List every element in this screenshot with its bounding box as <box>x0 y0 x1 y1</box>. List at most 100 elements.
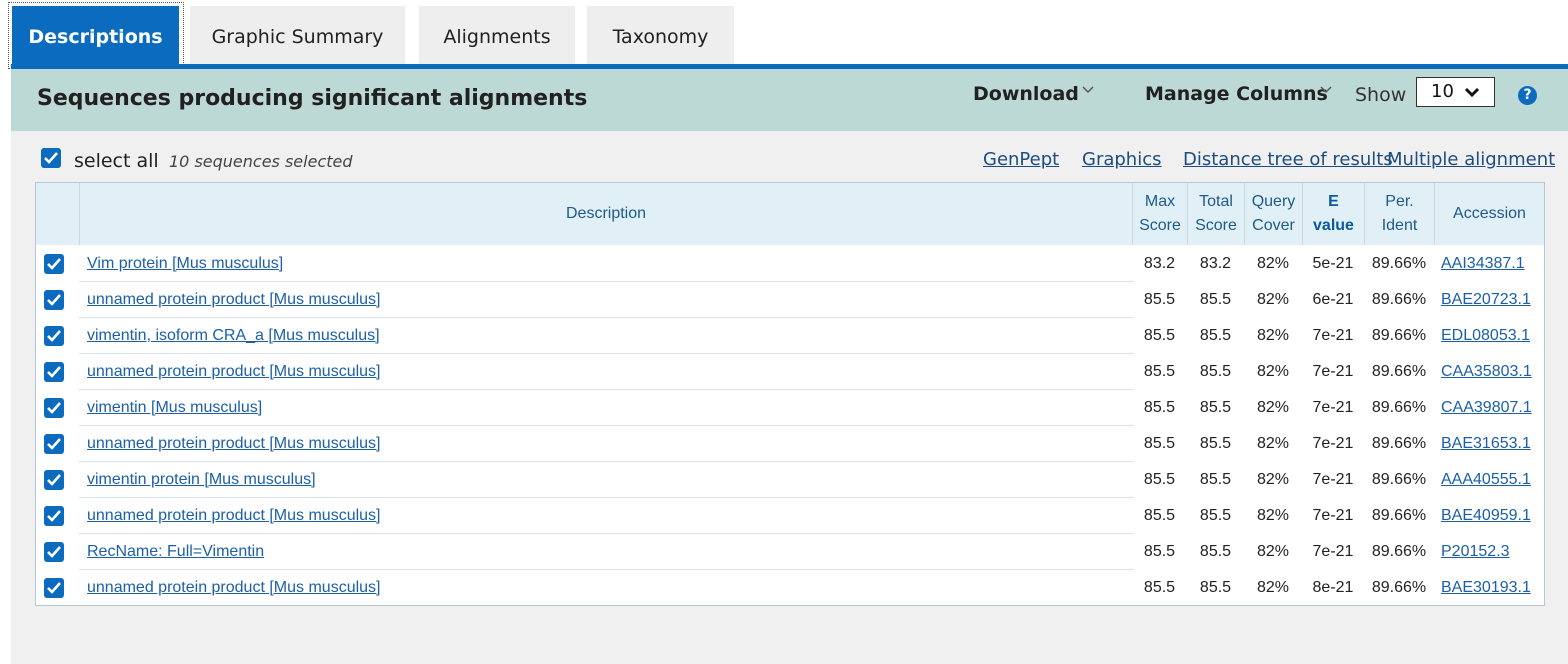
max-score-cell: 85.5 <box>1143 507 1176 524</box>
per-ident-cell: 89.66% <box>1371 579 1427 596</box>
e-value-cell: 7e-21 <box>1312 543 1354 560</box>
question-circle-icon[interactable]: ? <box>1518 86 1537 105</box>
total-score-cell: 85.5 <box>1199 435 1232 452</box>
tab-alignments[interactable]: Alignments <box>419 6 575 67</box>
description-cell: unnamed protein product [Mus musculus] <box>87 426 1127 462</box>
query-cover-cell: 82% <box>1256 435 1290 452</box>
multiple-alignment-link[interactable]: Multiple alignment <box>1387 149 1555 170</box>
col-description[interactable]: Description <box>79 183 1132 245</box>
max-score-cell: 85.5 <box>1143 435 1176 452</box>
row-checkbox[interactable] <box>44 326 64 346</box>
total-score-cell: 83.2 <box>1199 255 1232 272</box>
description-link[interactable]: unnamed protein product [Mus musculus] <box>87 363 380 381</box>
e-value-cell: 7e-21 <box>1312 507 1354 524</box>
accession-link[interactable]: BAE31653.1 <box>1441 435 1531 453</box>
col-total-score[interactable]: Total Score <box>1187 183 1244 245</box>
chevron-down-icon[interactable] <box>1320 81 1332 99</box>
row-checkbox[interactable] <box>44 290 64 310</box>
accession-link[interactable]: CAA35803.1 <box>1441 363 1532 381</box>
row-checkbox[interactable] <box>44 470 64 490</box>
col-max-score[interactable]: Max Score <box>1132 183 1187 245</box>
description-link[interactable]: unnamed protein product [Mus musculus] <box>87 507 380 525</box>
row-checkbox[interactable] <box>44 398 64 418</box>
select-all-label[interactable]: select all <box>74 150 159 172</box>
tab-graphic-summary[interactable]: Graphic Summary <box>190 6 405 67</box>
select-all-checkbox[interactable] <box>41 148 61 168</box>
description-link[interactable]: Vim protein [Mus musculus] <box>87 255 283 273</box>
total-score-cell: 85.5 <box>1199 291 1232 308</box>
graphics-link[interactable]: Graphics <box>1082 149 1162 170</box>
col-accession[interactable]: Accession <box>1434 183 1544 245</box>
per-ident-cell: 89.66% <box>1371 543 1427 560</box>
distance-tree-link[interactable]: Distance tree of results <box>1183 149 1393 170</box>
total-score-cell: 85.5 <box>1199 579 1232 596</box>
table-row: unnamed protein product [Mus musculus] 85… <box>36 426 1544 462</box>
e-value-cell: 6e-21 <box>1312 291 1354 308</box>
description-cell: vimentin protein [Mus musculus] <box>87 462 1127 498</box>
description-link[interactable]: vimentin [Mus musculus] <box>87 399 262 417</box>
results-table: Description Max Score Total Score Query Cov… <box>35 182 1545 606</box>
page-title: Sequences producing significant alignmen… <box>37 86 588 111</box>
description-link[interactable]: unnamed protein product [Mus musculus] <box>87 291 380 309</box>
query-cover-cell: 82% <box>1256 363 1290 380</box>
col-query-cover[interactable]: Query Cover <box>1244 183 1302 245</box>
query-cover-cell: 82% <box>1256 507 1290 524</box>
tab-descriptions[interactable]: Descriptions <box>12 6 179 67</box>
accession-link[interactable]: P20152.3 <box>1441 543 1510 561</box>
accession-cell: CAA39807.1 <box>1441 390 1544 426</box>
description-cell: unnamed protein product [Mus musculus] <box>87 570 1127 606</box>
manage-columns-button[interactable]: Manage Columns <box>1145 83 1328 105</box>
description-link[interactable]: unnamed protein product [Mus musculus] <box>87 435 380 453</box>
e-value-cell: 7e-21 <box>1312 399 1354 416</box>
accession-link[interactable]: BAE40959.1 <box>1441 507 1531 525</box>
query-cover-cell: 82% <box>1256 255 1290 272</box>
e-value-cell: 7e-21 <box>1312 435 1354 452</box>
genpept-link[interactable]: GenPept <box>983 149 1059 170</box>
row-checkbox[interactable] <box>44 434 64 454</box>
per-ident-cell: 89.66% <box>1371 471 1427 488</box>
query-cover-cell: 82% <box>1256 543 1290 560</box>
row-checkbox[interactable] <box>44 254 64 274</box>
table-row: unnamed protein product [Mus musculus] 85… <box>36 498 1544 534</box>
show-count-select[interactable]: 10 <box>1416 77 1495 107</box>
row-checkbox[interactable] <box>44 506 64 526</box>
accession-link[interactable]: BAE30193.1 <box>1441 579 1531 597</box>
col-e-value[interactable]: Evalue <box>1302 183 1364 245</box>
result-tabs: Descriptions Graphic Summary Alignments … <box>0 0 1568 69</box>
per-ident-cell: 89.66% <box>1371 399 1427 416</box>
description-link[interactable]: vimentin protein [Mus musculus] <box>87 471 316 489</box>
accession-link[interactable]: CAA39807.1 <box>1441 399 1532 417</box>
download-button[interactable]: Download <box>973 83 1079 105</box>
accession-cell: AAA40555.1 <box>1441 462 1544 498</box>
row-checkbox[interactable] <box>44 362 64 382</box>
table-row: vimentin [Mus musculus] 85.5 85.5 82% 7e-21 8… <box>36 390 1544 426</box>
col-per-ident[interactable]: Per. Ident <box>1364 183 1434 245</box>
description-link[interactable]: vimentin, isoform CRA_a [Mus musculus] <box>87 327 380 345</box>
accession-link[interactable]: BAE20723.1 <box>1441 291 1531 309</box>
per-ident-cell: 89.66% <box>1371 435 1427 452</box>
selected-count: 10 sequences selected <box>169 152 353 171</box>
total-score-cell: 85.5 <box>1199 543 1232 560</box>
row-checkbox[interactable] <box>44 578 64 598</box>
row-checkbox[interactable] <box>44 542 64 562</box>
max-score-cell: 85.5 <box>1143 399 1176 416</box>
accession-link[interactable]: EDL08053.1 <box>1441 327 1530 345</box>
description-cell: vimentin, isoform CRA_a [Mus musculus] <box>87 318 1127 354</box>
per-ident-cell: 89.66% <box>1371 327 1427 344</box>
total-score-cell: 85.5 <box>1199 471 1232 488</box>
description-cell: unnamed protein product [Mus musculus] <box>87 354 1127 390</box>
description-cell: unnamed protein product [Mus musculus] <box>87 498 1127 534</box>
chevron-down-icon[interactable] <box>1082 81 1094 99</box>
accession-link[interactable]: AAA40555.1 <box>1441 471 1531 489</box>
accession-link[interactable]: AAI34387.1 <box>1441 255 1525 273</box>
query-cover-cell: 82% <box>1256 579 1290 596</box>
total-score-cell: 85.5 <box>1199 399 1232 416</box>
accession-cell: CAA35803.1 <box>1441 354 1544 390</box>
description-cell: Vim protein [Mus musculus] <box>87 246 1127 282</box>
description-link[interactable]: RecName: Full=Vimentin <box>87 543 264 561</box>
tab-taxonomy[interactable]: Taxonomy <box>587 6 734 67</box>
description-cell: vimentin [Mus musculus] <box>87 390 1127 426</box>
max-score-cell: 85.5 <box>1143 471 1176 488</box>
description-link[interactable]: unnamed protein product [Mus musculus] <box>87 579 380 597</box>
table-row: unnamed protein product [Mus musculus] 85… <box>36 570 1544 606</box>
